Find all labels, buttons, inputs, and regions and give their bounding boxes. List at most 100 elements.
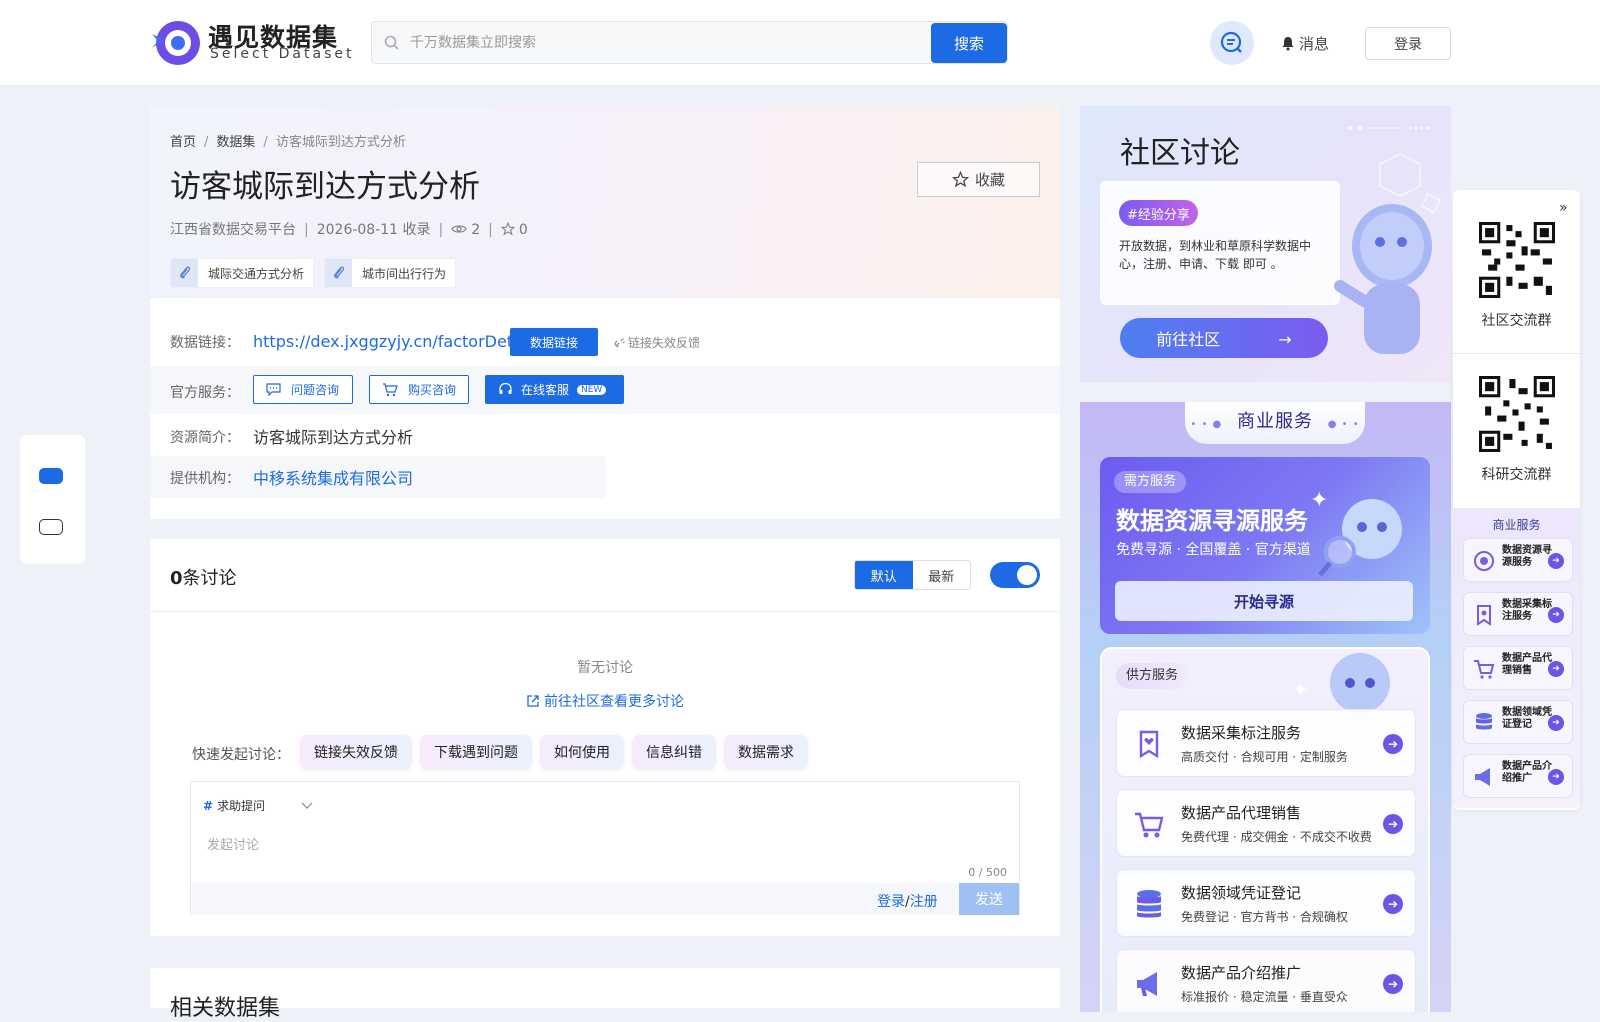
tag-chip[interactable]: 城市间出行行为: [324, 258, 456, 288]
business-services-title-text: 商业服务: [1237, 411, 1313, 432]
register-link[interactable]: 注册: [910, 894, 938, 910]
quick-chip-data-request[interactable]: 数据需求: [724, 735, 808, 769]
page-title: 访客城际到达方式分析: [170, 169, 480, 205]
quick-chip-download-issue[interactable]: 下载遇到问题: [420, 735, 532, 769]
logo-icon[interactable]: [150, 18, 200, 68]
community-post-preview[interactable]: #经验分享 开放数据，到林业和草原科学数据中心，注册、申请、下载 即可 。: [1100, 181, 1340, 305]
org-link[interactable]: 中移系统集成有限公司: [253, 465, 413, 489]
right-item-sales[interactable]: 数据产品代理销售 ➔: [1463, 646, 1573, 690]
demand-title: 数据资源寻源服务: [1116, 507, 1308, 535]
right-item-label: 数据领域凭证登记: [1502, 707, 1552, 730]
right-item-certificate[interactable]: 数据领域凭证登记 ➔: [1463, 700, 1573, 744]
target-icon: [1474, 551, 1494, 571]
megaphone-icon: [1137, 972, 1157, 996]
qr-label-research: 科研交流群: [1481, 467, 1552, 483]
left-float-toolbar: [20, 435, 85, 564]
breadcrumb-datasets[interactable]: 数据集: [216, 135, 255, 150]
service-label: 官方服务：: [170, 385, 240, 401]
data-link-button[interactable]: 数据链接: [510, 328, 598, 356]
empty-discussion-text: 暂无讨论: [577, 660, 633, 676]
related-datasets-card: 相关数据集: [150, 968, 1060, 1021]
eye-icon: [451, 225, 467, 233]
supply-item-subtitle: 高质交付 · 合规可用 · 定制服务: [1181, 750, 1348, 764]
toggle-pill-outline-icon[interactable]: [39, 519, 63, 535]
divider: [1453, 353, 1580, 354]
char-counter: 0 / 500: [968, 866, 1007, 879]
supply-item-subtitle: 标准报价 · 稳定流量 · 垂直受众: [1181, 990, 1348, 1004]
tag-chip[interactable]: 城际交通方式分析: [170, 258, 314, 288]
link-feedback[interactable]: 链接失效反馈: [614, 334, 700, 351]
auth-links: 登录/注册: [877, 891, 938, 911]
toggle-pill-icon[interactable]: [39, 468, 63, 484]
send-button[interactable]: 发送: [959, 883, 1019, 915]
related-title: 相关数据集: [170, 996, 281, 1021]
search-box: [371, 21, 1008, 64]
quick-chip-how-to-use[interactable]: 如何使用: [540, 735, 624, 769]
arrow-right-icon: ➔: [1383, 814, 1403, 834]
sort-default-button[interactable]: 默认: [855, 561, 913, 589]
supply-item-subtitle: 免费代理 · 成交佣金 · 不成交不收费: [1181, 830, 1372, 844]
login-button[interactable]: 登录: [1365, 27, 1451, 60]
scan-search-icon: [1220, 31, 1242, 53]
goto-community-label: 前往社区查看更多讨论: [544, 694, 684, 710]
sort-latest-button[interactable]: 最新: [912, 561, 970, 589]
discussion-switch[interactable]: [990, 562, 1040, 588]
ai-search-button[interactable]: [1210, 21, 1254, 65]
supply-item-promotion[interactable]: 数据产品介绍推广 标准报价 · 稳定流量 · 垂直受众 ➔: [1116, 949, 1416, 1012]
right-item-annotation[interactable]: 数据采集标注服务 ➔: [1463, 592, 1573, 636]
demand-service-card[interactable]: 需方服务 数据资源寻源服务 免费寻源 · 全国覆盖 · 官方渠道 ✦ 开始寻源: [1100, 457, 1430, 634]
logo-subtitle: Select Dataset: [210, 46, 355, 62]
messages-label: 消息: [1299, 35, 1330, 53]
search-icon: [384, 35, 399, 50]
question-consult-button[interactable]: 问题咨询: [253, 375, 353, 404]
start-sourcing-button[interactable]: 开始寻源: [1115, 581, 1413, 621]
right-item-promotion[interactable]: 数据产品介绍推广 ➔: [1463, 754, 1573, 798]
supply-item-certificate[interactable]: 数据领域凭证登记 免费登记 · 官方背书 · 合规确权 ➔: [1116, 869, 1416, 937]
search-input[interactable]: [408, 22, 928, 63]
arrow-right-icon: →: [1278, 330, 1292, 349]
login-link[interactable]: 登录: [877, 894, 905, 910]
discussion-textarea[interactable]: [205, 832, 995, 862]
qr-code-icon: [1479, 376, 1555, 452]
breadcrumb-home[interactable]: 首页: [170, 135, 196, 150]
arrow-right-icon: ➔: [1383, 894, 1403, 914]
intro-label: 资源简介：: [170, 430, 240, 446]
switch-knob: [1017, 565, 1037, 585]
topic-select[interactable]: # 求助提问: [203, 797, 313, 814]
dots-right-icon: ● • •: [1327, 419, 1360, 430]
quick-start-label: 快速发起讨论：: [192, 747, 290, 763]
search-button[interactable]: 搜索: [931, 23, 1007, 63]
new-badge: NEW: [577, 384, 607, 395]
online-support-button[interactable]: 在线客服 NEW: [485, 375, 624, 404]
bookmark-icon: [1477, 605, 1491, 626]
messages-link[interactable]: 消息: [1281, 33, 1329, 54]
collapse-double-chevron-icon[interactable]: »: [1559, 200, 1568, 216]
purchase-consult-button[interactable]: 购买咨询: [369, 375, 469, 404]
goto-community-button[interactable]: 前往社区 →: [1120, 318, 1328, 358]
right-item-label: 数据产品介绍推广: [1502, 761, 1552, 784]
quick-chip-link-feedback[interactable]: 链接失效反馈: [300, 735, 412, 769]
discussion-count: 0条讨论: [170, 564, 237, 590]
right-item-sourcing[interactable]: 数据资源寻源服务 ➔: [1463, 538, 1573, 582]
supply-item-agency-sales[interactable]: 数据产品代理销售 免费代理 · 成交佣金 · 不成交不收费 ➔: [1116, 789, 1416, 857]
cart-icon: [1135, 812, 1164, 838]
arrow-right-icon: ➔: [1383, 974, 1403, 994]
link-feedback-label: 链接失效反馈: [628, 336, 701, 350]
supply-item-annotation[interactable]: 数据采集标注服务 高质交付 · 合规可用 · 定制服务 ➔: [1116, 709, 1416, 777]
goto-community-link[interactable]: 前往社区查看更多讨论: [150, 691, 1060, 711]
quick-chip-error-correction[interactable]: 信息纠错: [632, 735, 716, 769]
arrow-right-icon: ➔: [1383, 734, 1403, 754]
supply-service-card: 供方服务 ✦ 数据采集标注服务 高质交付 · 合规可用 · 定制服务 ➔ 数据产…: [1100, 647, 1430, 1012]
discussion-composer: #求助提问 0 / 500 登录/注册 发送: [190, 781, 1020, 915]
svg-text:✦: ✦: [1292, 678, 1309, 702]
robot-mascot-icon: [1334, 204, 1432, 354]
supply-item-title: 数据产品代理销售: [1181, 804, 1302, 822]
question-consult-label: 问题咨询: [291, 383, 340, 397]
supply-badge: 供方服务: [1116, 663, 1189, 689]
sort-toggle: 默认 最新: [854, 560, 971, 590]
data-link-url[interactable]: https://dex.jxggzyjy.cn/factorDetail: [253, 332, 532, 351]
demand-badge: 需方服务: [1114, 471, 1187, 493]
right-business-title: 商业服务: [1492, 518, 1541, 532]
external-link-icon: [527, 695, 539, 707]
favorite-button[interactable]: 收藏: [917, 162, 1040, 197]
